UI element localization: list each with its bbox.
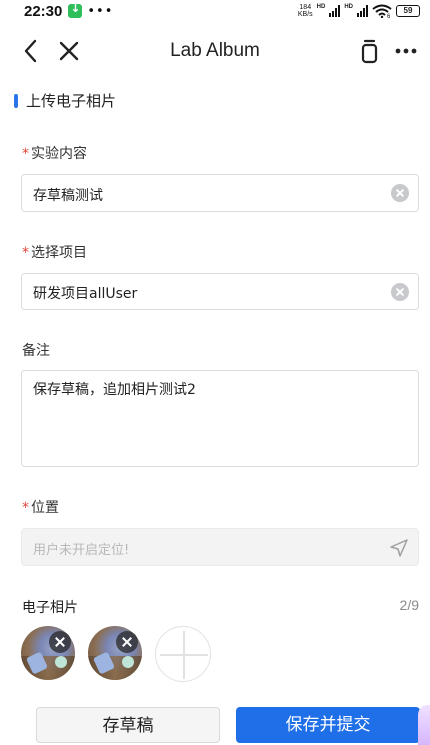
wifi-label: 6 xyxy=(387,14,391,18)
photos-label: 电子相片 xyxy=(22,600,78,616)
experiment-label-text: 实验内容 xyxy=(31,146,87,162)
remark-value: 保存草稿，追加相片测试2 xyxy=(33,382,196,398)
experiment-input[interactable]: 存草稿测试 xyxy=(21,174,419,212)
experiment-value: 存草稿测试 xyxy=(33,188,103,204)
hd-label-2: HD xyxy=(344,4,353,10)
required-mark: * xyxy=(22,500,29,516)
section-header: 上传电子相片 xyxy=(14,90,116,111)
location-input[interactable]: 用户未开启定位! xyxy=(21,528,419,566)
save-draft-button[interactable]: 存草稿 xyxy=(36,707,220,743)
more-notifications-icon: ••• xyxy=(87,3,114,19)
project-value: 研发项目allUser xyxy=(33,286,138,302)
clear-project-icon[interactable] xyxy=(391,283,409,301)
project-label-text: 选择项目 xyxy=(31,245,87,261)
photo-count: 2/9 xyxy=(399,597,419,613)
locate-icon[interactable] xyxy=(389,538,409,558)
navbar: Lab Album xyxy=(0,26,430,76)
add-photo-button[interactable] xyxy=(155,626,211,682)
required-mark: * xyxy=(22,146,29,162)
save-submit-button[interactable]: 保存并提交 xyxy=(236,707,420,743)
network-speed: 184 KB/s xyxy=(298,4,313,18)
remark-label: 备注 xyxy=(22,343,50,359)
remove-photo-2-icon[interactable] xyxy=(116,631,138,653)
floating-decoration xyxy=(418,705,430,745)
location-label: * 位置 xyxy=(22,497,59,517)
remark-textarea[interactable]: 保存草稿，追加相片测试2 xyxy=(21,370,419,467)
network-speed-value: 184 xyxy=(299,4,312,11)
location-placeholder: 用户未开启定位! xyxy=(33,543,130,558)
copy-icon[interactable] xyxy=(357,38,383,64)
download-notification-icon xyxy=(68,1,83,18)
location-label-text: 位置 xyxy=(31,500,59,516)
required-mark: * xyxy=(22,245,29,261)
signal-icon-1 xyxy=(329,5,341,17)
clear-experiment-icon[interactable] xyxy=(391,184,409,202)
network-speed-unit: KB/s xyxy=(297,11,313,18)
status-indicators: 184 KB/s HD HD 6 59 xyxy=(298,4,420,18)
section-accent-bar xyxy=(14,93,18,108)
hd-label-1: HD xyxy=(316,4,326,10)
remove-photo-1-icon[interactable] xyxy=(49,631,71,653)
project-select[interactable]: 研发项目allUser xyxy=(21,273,419,310)
signal-icon-2 xyxy=(357,5,368,17)
battery-icon: 59 xyxy=(396,5,420,17)
more-icon[interactable] xyxy=(393,38,419,64)
section-title: 上传电子相片 xyxy=(26,92,117,110)
status-time: 22:30 xyxy=(24,2,63,20)
experiment-label: * 实验内容 xyxy=(22,143,87,163)
project-label: * 选择项目 xyxy=(22,242,87,262)
wifi-icon: 6 xyxy=(372,4,392,18)
status-bar: 22:30 ••• 184 KB/s HD HD 6 59 xyxy=(0,0,430,22)
